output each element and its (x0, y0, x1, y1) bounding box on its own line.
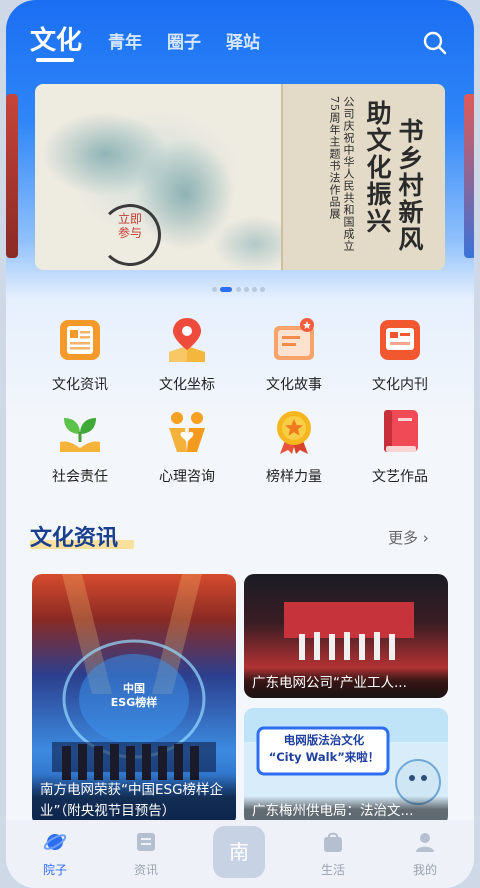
tab-culture[interactable]: 文化 (30, 20, 82, 57)
prev-banner-peek[interactable] (6, 94, 18, 258)
nav-label: 生活 (320, 863, 345, 877)
grid-label: 社会责任 (52, 469, 108, 485)
grid-label: 文化资讯 (52, 377, 108, 393)
nav-label: 资讯 (133, 863, 158, 877)
news-doc-icon (56, 316, 104, 364)
grid-label: 文化内刊 (372, 377, 428, 393)
poster-headline: 电网版法治文化 “City Walk”来啦！ (268, 733, 380, 764)
grid-item-culture-landmark[interactable]: 文化坐标 (137, 316, 237, 402)
map-pin-icon (163, 316, 211, 364)
grid-item-culture-news[interactable]: 文化资讯 (30, 316, 130, 402)
nav-label: 院子 (42, 863, 67, 877)
app-screen: 文化 青年 圈子 驿站 立即参与 公司庆祝中华人民共和国成立75周年主题书法作品… (6, 0, 474, 888)
carousel-dot (252, 287, 257, 292)
red-book-icon (376, 408, 424, 456)
news-card-caption: 广东电网公司“产业工人... (244, 668, 448, 698)
grid-item-role-models[interactable]: 榜样力量 (244, 408, 344, 494)
top-nav: 文化 青年 圈子 驿站 (6, 0, 474, 70)
nav-item-news[interactable]: 资讯 (101, 820, 191, 888)
center-home-button[interactable]: 南 (213, 826, 265, 878)
book-icon (134, 830, 158, 854)
active-tab-indicator (36, 58, 74, 62)
grid-item-art-works[interactable]: 文艺作品 (350, 408, 450, 494)
banner-carousel[interactable]: 立即参与 公司庆祝中华人民共和国成立75周年主题书法作品展 助文化振兴 书乡村新… (35, 84, 445, 270)
carousel-dot (236, 287, 241, 292)
nav-item-life[interactable]: 生活 (288, 820, 378, 888)
grid-label: 心理咨询 (159, 469, 215, 485)
magazine-icon (376, 316, 424, 364)
nav-label: 我的 (412, 863, 437, 877)
grid-item-counseling[interactable]: 心理咨询 (137, 408, 237, 494)
sprout-hands-icon (56, 408, 104, 456)
ink-wash-art (35, 84, 295, 270)
nav-item-yard[interactable]: 院子 (10, 820, 100, 888)
tab-circle[interactable]: 圈子 (167, 28, 201, 53)
banner-subtitle: 公司庆祝中华人民共和国成立75周年主题书法作品展 (328, 96, 355, 252)
banner-title-line1: 书乡村新风 (395, 118, 424, 253)
search-icon[interactable] (422, 30, 448, 56)
grid-label: 榜样力量 (266, 469, 322, 485)
grid-label: 文化故事 (266, 377, 322, 393)
nav-item-mine[interactable]: 我的 (380, 820, 470, 888)
story-book-icon (270, 316, 318, 364)
grid-item-culture-magazine[interactable]: 文化内刊 (350, 316, 450, 402)
bag-icon (321, 830, 345, 854)
next-banner-peek[interactable] (464, 94, 474, 258)
medal-icon (270, 408, 318, 456)
people-heart-icon (163, 408, 211, 456)
news-card-esg[interactable]: 中国 ESG榜样 南方电网荣获“中国ESG榜样企业”（附央视节目预告） (32, 574, 236, 826)
user-icon (413, 830, 437, 854)
carousel-dot (244, 287, 249, 292)
banner-title-line2: 助文化振兴 (363, 100, 392, 235)
grid-item-culture-story[interactable]: 文化故事 (244, 316, 344, 402)
carousel-dot (260, 287, 265, 292)
join-now-label[interactable]: 立即参与 (115, 212, 145, 240)
news-card-caption: 南方电网荣获“中国ESG榜样企业”（附央视节目预告） (32, 774, 236, 826)
tab-youth[interactable]: 青年 (108, 28, 142, 53)
more-link[interactable]: 更多 › (388, 527, 429, 548)
grid-label: 文化坐标 (159, 377, 215, 393)
carousel-dot-active (220, 287, 232, 292)
news-card-law-culture[interactable]: 电网版法治文化 “City Walk”来啦！ 广东梅州供电局：法治文... (244, 708, 448, 826)
section-title: 文化资讯 (30, 526, 119, 551)
esg-badge-text: 中国 ESG榜样 (110, 682, 158, 709)
tab-station[interactable]: 驿站 (226, 28, 260, 53)
planet-icon (43, 830, 67, 854)
news-card-industry-workers[interactable]: 广东电网公司“产业工人... (244, 574, 448, 698)
grid-item-social-responsibility[interactable]: 社会责任 (30, 408, 130, 494)
grid-label: 文艺作品 (372, 469, 428, 485)
carousel-dot (212, 287, 217, 292)
